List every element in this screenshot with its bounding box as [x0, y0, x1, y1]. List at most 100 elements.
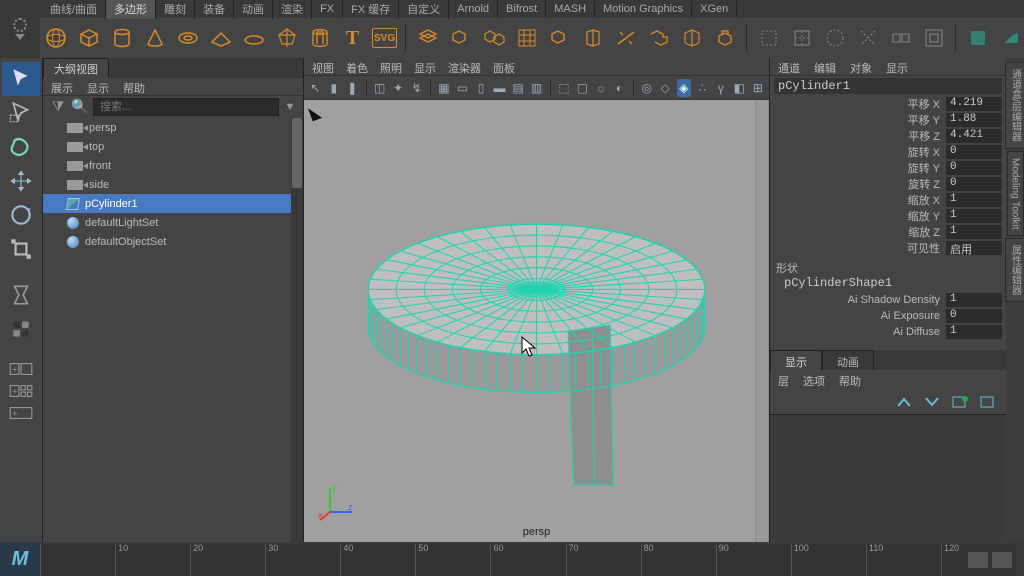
image-plane-icon[interactable]: ◫: [372, 79, 387, 97]
mirror-icon[interactable]: [579, 24, 606, 52]
torus-icon[interactable]: [174, 24, 201, 52]
multicut-icon[interactable]: [612, 24, 639, 52]
snap-toggle[interactable]: [2, 312, 40, 346]
xray-joints-icon[interactable]: ◈: [677, 79, 692, 97]
view-menu-view[interactable]: 视图: [312, 60, 334, 73]
channel-shape-name[interactable]: pCylinderShape1: [774, 276, 1002, 292]
pipe-icon[interactable]: [306, 24, 333, 52]
view-menu-lighting[interactable]: 照明: [380, 60, 402, 73]
shelf-tab[interactable]: 曲线/曲面: [42, 0, 106, 19]
grease-pencil-icon[interactable]: ↯: [409, 79, 424, 97]
outliner-search-input[interactable]: [93, 98, 279, 116]
smooth-shade-icon[interactable]: ▢: [575, 79, 590, 97]
text-icon[interactable]: T: [339, 24, 366, 52]
outliner-item[interactable]: persp: [43, 118, 303, 137]
outliner-item[interactable]: defaultLightSet: [43, 213, 303, 232]
resolution-gate-icon[interactable]: ▯: [474, 79, 489, 97]
channel-menu-edit[interactable]: 编辑: [814, 60, 836, 73]
channel-attr-value[interactable]: 4.219: [946, 97, 1002, 111]
safe-action-icon[interactable]: ▥: [529, 79, 544, 97]
wireframe-icon[interactable]: ⬚: [557, 79, 572, 97]
field-chart-icon[interactable]: ▤: [511, 79, 526, 97]
layer-menu-layers[interactable]: 层: [778, 373, 789, 389]
filter-icon[interactable]: ⧩: [49, 98, 67, 116]
grid-icon[interactable]: ▦: [437, 79, 452, 97]
view-menu-shading[interactable]: 着色: [346, 60, 368, 73]
bookmarks-icon[interactable]: ❚: [345, 79, 360, 97]
shadows-icon[interactable]: ◐: [612, 79, 627, 97]
detach-icon[interactable]: [887, 24, 914, 52]
shelf-tab[interactable]: 装备: [195, 0, 234, 19]
combine-icon[interactable]: [447, 24, 474, 52]
outliner-item[interactable]: defaultObjectSet: [43, 232, 303, 251]
timeline-button-a[interactable]: [968, 552, 988, 568]
layer-menu-help[interactable]: 帮助: [839, 373, 861, 389]
layer-move-down-icon[interactable]: [922, 394, 942, 410]
channel-object-name[interactable]: pCylinder1: [774, 78, 1002, 94]
vstrip-channel-box[interactable]: 通道盒/层编辑器: [1005, 62, 1024, 149]
view-transform-icon[interactable]: ◧: [732, 79, 747, 97]
channel-attr-value[interactable]: 1: [946, 225, 1002, 239]
channel-attr-value[interactable]: 1: [946, 209, 1002, 223]
channel-attr-value[interactable]: 启用: [946, 241, 1002, 255]
svg-icon[interactable]: SVG: [372, 28, 397, 48]
collapse-icon[interactable]: [854, 24, 881, 52]
rotate-tool[interactable]: [2, 198, 40, 232]
layout-custom[interactable]: +: [2, 402, 40, 424]
use-all-lights-icon[interactable]: ☼: [594, 79, 609, 97]
shelf-tab[interactable]: 雕刻: [156, 0, 195, 19]
layout-four[interactable]: +: [2, 380, 40, 402]
sphere-icon[interactable]: [42, 24, 69, 52]
sculpt-icon[interactable]: [964, 24, 991, 52]
channel-attr-value[interactable]: 0: [946, 161, 1002, 175]
view-menu-show[interactable]: 显示: [414, 60, 436, 73]
outliner-item[interactable]: front: [43, 156, 303, 175]
shelf-tab[interactable]: FX: [312, 1, 343, 17]
shelf-tab[interactable]: 动画: [234, 0, 273, 19]
paint-select-tool[interactable]: [2, 130, 40, 164]
plane-icon[interactable]: [207, 24, 234, 52]
view-menu-renderer[interactable]: 渲染器: [448, 60, 481, 73]
separate-icon[interactable]: [480, 24, 507, 52]
shelf-tab[interactable]: 自定义: [399, 0, 449, 19]
search-dropdown[interactable]: ▼: [283, 101, 297, 113]
channel-attr-value[interactable]: 1: [946, 193, 1002, 207]
gate-mask-icon[interactable]: ▬: [492, 79, 507, 97]
target-weld-icon[interactable]: [645, 24, 672, 52]
last-tool[interactable]: [2, 278, 40, 312]
surface-icon[interactable]: [414, 24, 441, 52]
shelf-tab[interactable]: FX 缓存: [343, 0, 399, 19]
layer-list[interactable]: [770, 414, 1006, 542]
shelf-options[interactable]: [0, 0, 40, 58]
shelf-tab[interactable]: MASH: [546, 1, 595, 17]
channel-menu-channels[interactable]: 通道: [778, 60, 800, 73]
layer-tab-display[interactable]: 显示: [770, 350, 822, 370]
shelf-tab[interactable]: XGen: [692, 1, 737, 17]
move-tool[interactable]: [2, 164, 40, 198]
channel-attr-value[interactable]: 1: [946, 293, 1002, 307]
vstrip-modeling-toolkit[interactable]: Modeling Toolkit: [1007, 151, 1024, 237]
gamma-icon[interactable]: γ: [714, 79, 729, 97]
smooth-icon[interactable]: [513, 24, 540, 52]
disc-icon[interactable]: [240, 24, 267, 52]
film-gate-icon[interactable]: ▭: [455, 79, 470, 97]
boolean-icon[interactable]: [546, 24, 573, 52]
shelf-tab[interactable]: Motion Graphics: [595, 1, 692, 17]
shelf-tab[interactable]: Bifrost: [498, 1, 546, 17]
layer-move-up-icon[interactable]: [894, 394, 914, 410]
shelf-tab[interactable]: Arnold: [449, 1, 498, 17]
cone-icon[interactable]: [141, 24, 168, 52]
channel-menu-object[interactable]: 对象: [850, 60, 872, 73]
outliner-scrollbar[interactable]: [291, 118, 303, 542]
channel-attr-value[interactable]: 1: [946, 325, 1002, 339]
color-mgmt-icon[interactable]: ⊞: [751, 79, 766, 97]
exposure-icon[interactable]: ∴: [695, 79, 710, 97]
channel-attr-value[interactable]: 0: [946, 145, 1002, 159]
lasso-tool[interactable]: [2, 96, 40, 130]
outliner-menu-display[interactable]: 展示: [51, 80, 73, 93]
channel-attr-value[interactable]: 0: [946, 177, 1002, 191]
isolate-select-icon[interactable]: ◎: [640, 79, 655, 97]
xray-icon[interactable]: ◇: [658, 79, 673, 97]
viewport-scrollbar-vertical[interactable]: [755, 100, 769, 542]
layout-single[interactable]: +: [2, 358, 40, 380]
